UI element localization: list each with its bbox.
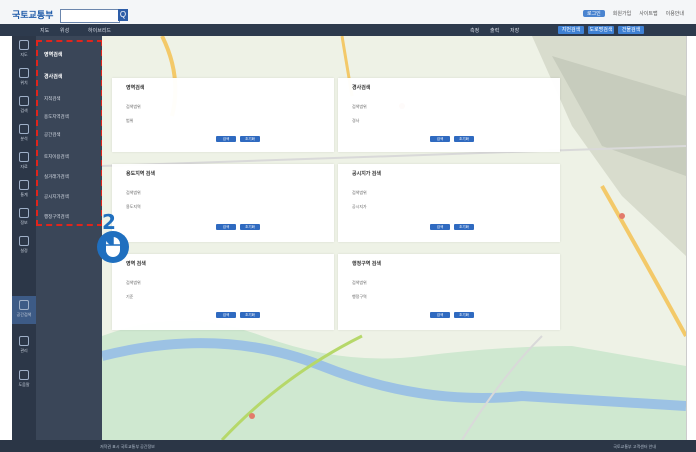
card-row-label: 검색범위	[352, 280, 367, 285]
search-icon	[19, 96, 29, 106]
map-toolbar: 지도 위성 하이브리드 측정 출력 저장 지번검색 도로명검색 건물검색	[0, 24, 696, 36]
toolbar-item-satellite[interactable]: 위성	[60, 27, 69, 34]
card-row-label: 용도지역	[126, 204, 141, 209]
road-search-button[interactable]: 도로명검색	[588, 26, 614, 34]
card-title: 용도지역 검색	[126, 171, 155, 177]
login-link[interactable]: 로그인	[582, 10, 605, 17]
toolbar-item-save[interactable]: 저장	[510, 27, 519, 34]
card-reset-button[interactable]: 초기화	[240, 312, 260, 318]
card-row-label: 행정구역	[352, 294, 367, 299]
rail-item-analysis[interactable]: 분석	[12, 120, 36, 148]
card-search-button[interactable]: 검색	[430, 136, 450, 142]
copyright-text: 저작권 표시 국토교통부 공간정보	[100, 444, 155, 449]
card-reset-button[interactable]: 초기화	[454, 136, 474, 142]
info-icon	[19, 208, 29, 218]
card-search-button[interactable]: 검색	[430, 224, 450, 230]
card-reset-button[interactable]: 초기화	[240, 136, 260, 142]
sitemap-link[interactable]: 사이트맵	[639, 10, 657, 17]
toolbar-item-map[interactable]: 지도	[40, 27, 49, 34]
signup-link[interactable]: 회원가입	[613, 10, 631, 17]
search-button[interactable]: Q	[118, 9, 128, 21]
rail-item-spatial-search[interactable]: 공간검색	[12, 296, 36, 324]
header-links: 로그인 회원가입 사이트맵 이용안내	[582, 10, 684, 17]
card-reset-button[interactable]: 초기화	[454, 224, 474, 230]
card-title: 경사검색	[352, 85, 371, 91]
right-panel-edge	[686, 36, 696, 440]
help-icon	[19, 370, 29, 380]
card-reset-button[interactable]: 초기화	[454, 312, 474, 318]
jibun-search-button[interactable]: 지번검색	[558, 26, 584, 34]
step-number-label: 2	[102, 210, 116, 234]
pin-icon	[19, 68, 29, 78]
card-row-label: 공시지가	[352, 204, 367, 209]
left-rail: 지도 위치 검색 분석 자료 통계 정보 설정 공간검색 관리 도움말	[12, 36, 36, 440]
search-card-slope: 경사검색 검색범위 경사 검색 초기화	[338, 78, 560, 152]
toolbar-item-measure[interactable]: 측정	[470, 27, 479, 34]
card-title: 행정구역 검색	[352, 261, 381, 267]
card-row-label: 검색범위	[126, 190, 141, 195]
card-row-label: 경사	[352, 118, 360, 123]
rail-item-manage[interactable]: 관리	[12, 332, 36, 360]
toolbar-item-hybrid[interactable]: 하이브리드	[88, 27, 111, 34]
data-icon	[19, 152, 29, 162]
card-row-label: 범위	[126, 118, 134, 123]
rail-item-map[interactable]: 지도	[12, 36, 36, 64]
gear-icon	[19, 236, 29, 246]
search-input[interactable]	[60, 9, 120, 23]
map-icon	[19, 40, 29, 50]
rail-item-stats[interactable]: 통계	[12, 176, 36, 204]
search-card-zoning: 용도지역 검색 검색범위 용도지역 검색 초기화	[112, 164, 334, 242]
card-row-label: 검색범위	[352, 104, 367, 109]
manage-icon	[19, 336, 29, 346]
submenu-highlight-box	[36, 40, 103, 226]
search-card-officialprice: 공시지가 검색 검색범위 공시지가 검색 초기화	[338, 164, 560, 242]
analysis-icon	[19, 124, 29, 134]
rail-item-info[interactable]: 정보	[12, 204, 36, 232]
map-canvas[interactable]: 영역검색 검색범위 범위 검색 초기화 경사검색 검색범위 경사 검색 초기화 …	[102, 36, 686, 440]
card-row-label: 검색범위	[126, 280, 141, 285]
card-row-label: 검색범위	[352, 190, 367, 195]
card-row-label: 검색범위	[126, 104, 141, 109]
rail-item-location[interactable]: 위치	[12, 64, 36, 92]
top-header: 국토교통부 Q 로그인 회원가입 사이트맵 이용안내	[0, 0, 696, 25]
chart-icon	[19, 180, 29, 190]
card-search-button[interactable]: 검색	[430, 312, 450, 318]
toolbar-item-print[interactable]: 출력	[490, 27, 499, 34]
search-card-district: 행정구역 검색 검색범위 행정구역 검색 초기화	[338, 254, 560, 330]
mouse-click-icon	[97, 231, 129, 263]
card-title: 영역검색	[126, 85, 145, 91]
contact-text: 국토교통부 고객센터 안내	[613, 444, 656, 449]
card-search-button[interactable]: 검색	[216, 312, 236, 318]
card-search-button[interactable]: 검색	[216, 224, 236, 230]
rail-item-settings[interactable]: 설정	[12, 232, 36, 260]
building-search-button[interactable]: 건물검색	[618, 26, 644, 34]
card-search-button[interactable]: 검색	[216, 136, 236, 142]
rail-item-help[interactable]: 도움말	[12, 366, 36, 394]
search-card-area-2: 영역 검색 검색범위 기준 검색 초기화	[112, 254, 334, 330]
status-bar: 저작권 표시 국토교통부 공간정보 국토교통부 고객센터 안내	[0, 440, 696, 452]
card-title: 공시지가 검색	[352, 171, 381, 177]
help-link[interactable]: 이용안내	[666, 10, 684, 17]
search-card-area: 영역검색 검색범위 범위 검색 초기화	[112, 78, 334, 152]
card-row-label: 기준	[126, 294, 134, 299]
rail-item-data[interactable]: 자료	[12, 148, 36, 176]
rail-item-search[interactable]: 검색	[12, 92, 36, 120]
site-logo[interactable]: 국토교통부	[12, 8, 53, 21]
card-reset-button[interactable]: 초기화	[240, 224, 260, 230]
spatial-search-icon	[19, 300, 29, 310]
